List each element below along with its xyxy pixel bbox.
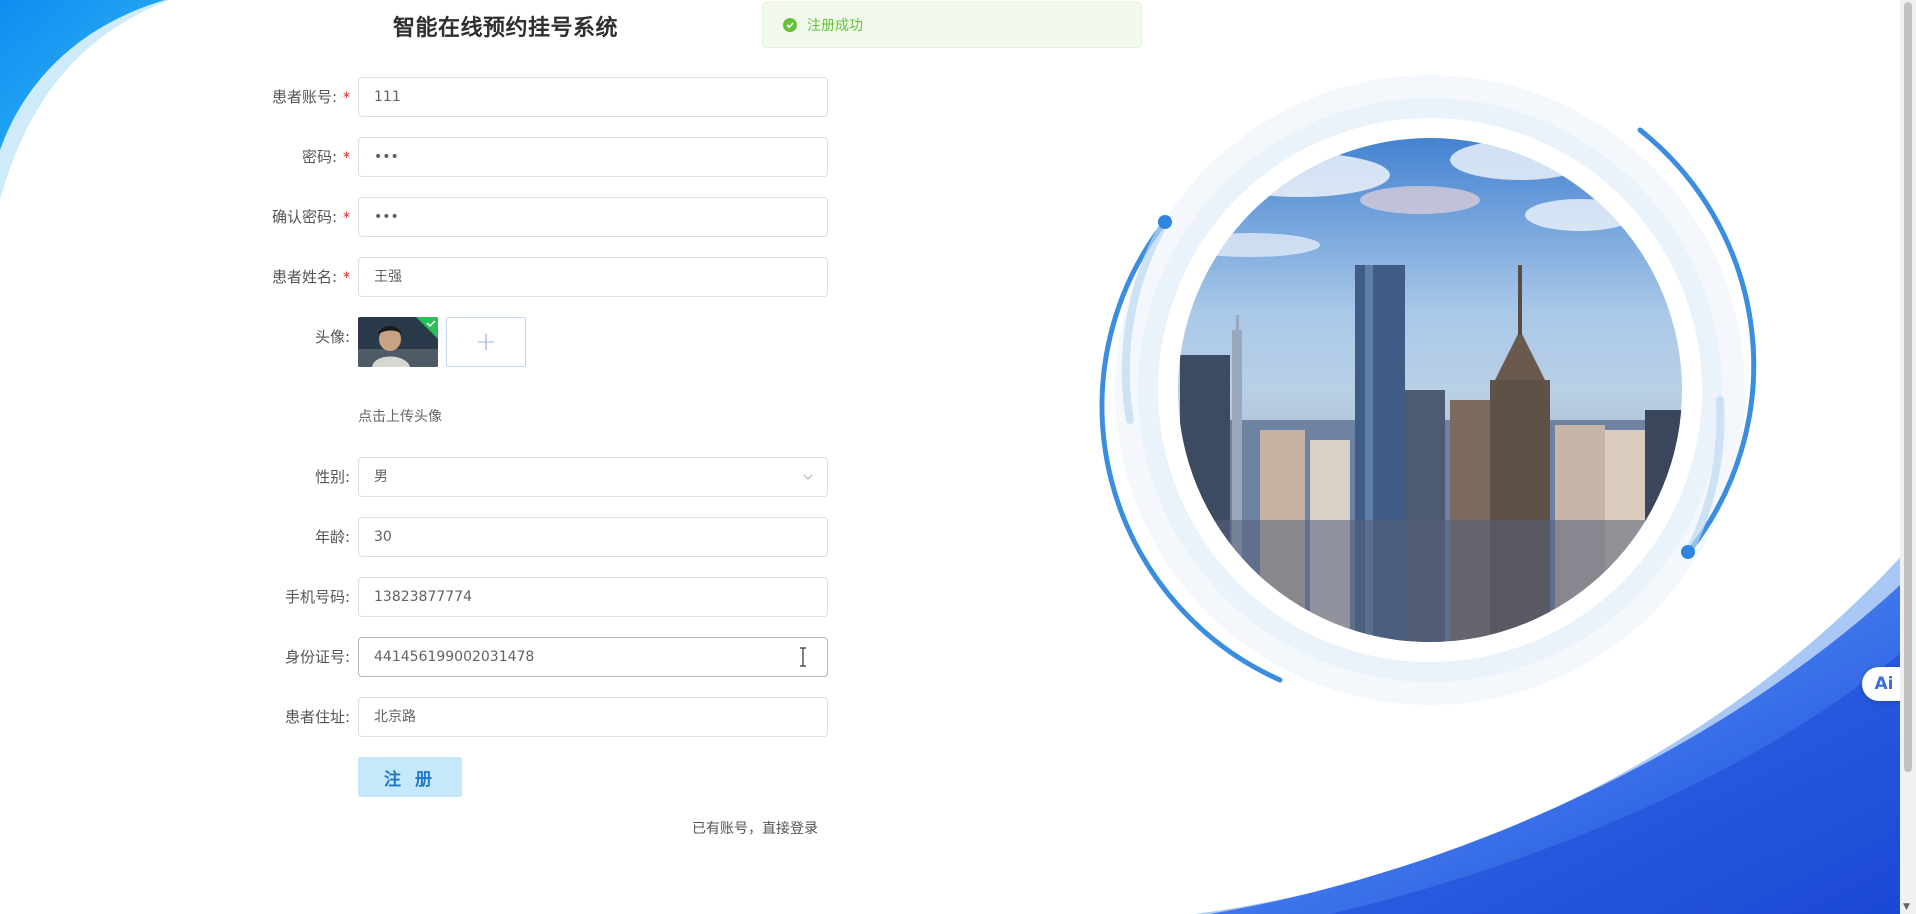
page-scrollbar[interactable]: ▼ <box>1900 0 1916 914</box>
required-mark: * <box>343 150 350 166</box>
required-mark: * <box>343 270 350 286</box>
register-button[interactable]: 注 册 <box>358 757 462 797</box>
name-label: 患者姓名: * <box>271 268 350 286</box>
age-label: 年龄: <box>314 528 350 546</box>
form-row-age: 年龄: 30 <box>220 517 828 557</box>
phone-label: 手机号码: <box>284 588 350 606</box>
password-input[interactable]: ••• <box>358 137 828 177</box>
gender-value: 男 <box>374 469 388 485</box>
account-input[interactable]: 111 <box>358 77 828 117</box>
name-input[interactable]: 王强 <box>358 257 828 297</box>
address-label: 患者住址: <box>284 708 350 726</box>
page-title: 智能在线预约挂号系统 <box>393 16 619 41</box>
form-row-phone: 手机号码: 13823877774 <box>220 577 828 617</box>
chevron-down-icon <box>803 458 813 496</box>
form-row-name: 患者姓名: * 王强 <box>220 257 828 297</box>
ai-badge-label: Ai <box>1874 674 1894 694</box>
form-row-gender: 性别: 男 <box>220 457 828 497</box>
avatar-label: 头像: <box>314 328 350 346</box>
register-page: 智能在线预约挂号系统 注册成功 患者账号: * 111 密码: * ••• 确认密码… <box>0 0 1916 914</box>
upload-hint: 点击上传头像 <box>358 409 442 425</box>
form-row-account: 患者账号: * 111 <box>220 77 828 117</box>
text-cursor-icon <box>800 647 806 667</box>
gender-select[interactable]: 男 <box>358 457 828 497</box>
id-card-label: 身份证号: <box>284 648 350 666</box>
phone-input[interactable]: 13823877774 <box>358 577 828 617</box>
id-card-input[interactable]: 441456199002031478 <box>358 637 828 677</box>
id-card-value: 441456199002031478 <box>374 649 535 665</box>
form-row-password: 密码: * ••• <box>220 137 828 177</box>
required-mark: * <box>343 210 350 226</box>
account-label: 患者账号: * <box>271 88 350 106</box>
toast-message: 注册成功 <box>807 18 863 34</box>
plus-icon: + <box>475 327 497 357</box>
avatar-upload-button[interactable]: + <box>446 317 526 367</box>
gender-label: 性别: <box>314 468 350 486</box>
form-row-confirm-password: 确认密码: * ••• <box>220 197 828 237</box>
check-circle-icon <box>783 18 797 32</box>
form-row-avatar: 头像: + <box>220 317 828 367</box>
form-row-address: 患者住址: 北京路 <box>220 697 828 737</box>
scrollbar-thumb[interactable] <box>1904 2 1912 772</box>
form-row-id-card: 身份证号: 441456199002031478 <box>220 637 828 677</box>
scroll-down-icon[interactable]: ▼ <box>1903 902 1910 912</box>
avatar-thumbnail[interactable] <box>358 317 438 367</box>
age-input[interactable]: 30 <box>358 517 828 557</box>
login-link[interactable]: 已有账号，直接登录 <box>692 818 818 838</box>
confirm-password-label: 确认密码: * <box>271 208 350 226</box>
confirm-password-input[interactable]: ••• <box>358 197 828 237</box>
required-mark: * <box>343 90 350 106</box>
success-toast: 注册成功 <box>762 2 1142 48</box>
password-label: 密码: * <box>301 148 350 166</box>
address-input[interactable]: 北京路 <box>358 697 828 737</box>
